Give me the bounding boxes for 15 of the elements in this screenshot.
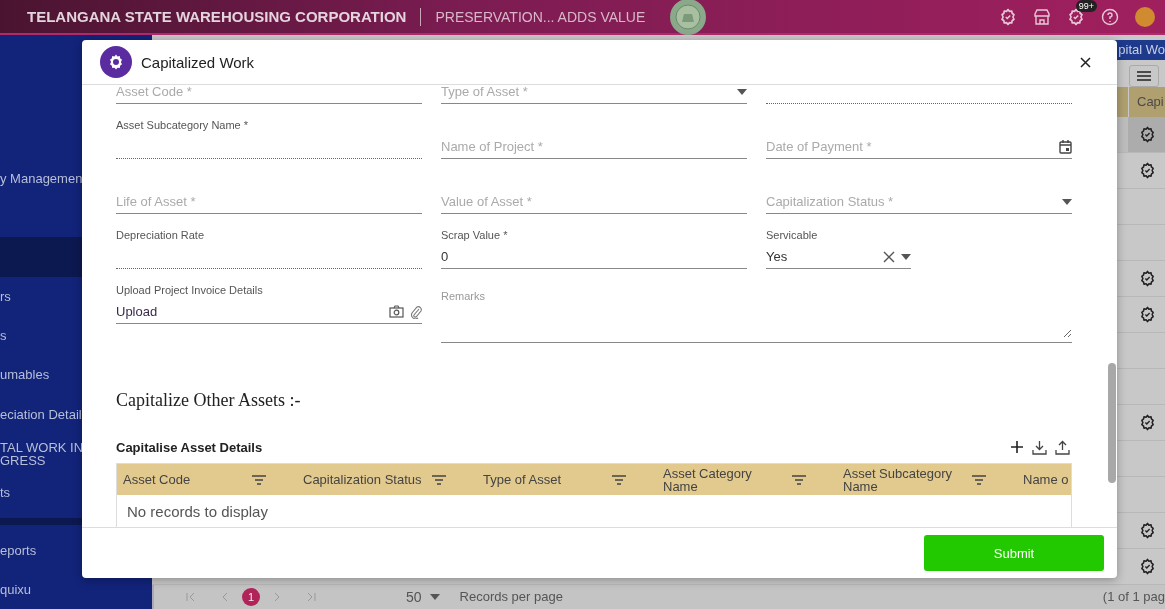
page-size-label: Records per page bbox=[459, 589, 563, 605]
header-title: TELANGANA STATE WAREHOUSING CORPORATION bbox=[27, 8, 407, 25]
dialog-title: Capitalized Work bbox=[141, 53, 255, 71]
field-label: Depreciation Rate bbox=[116, 229, 205, 241]
empty-message: No records to display bbox=[126, 502, 269, 522]
page-summary: (1 of 1 pag bbox=[1102, 589, 1165, 605]
section-title: Capitalize Other Assets :- bbox=[116, 390, 302, 411]
field-label: Upload Project Invoice Details bbox=[116, 284, 263, 296]
table-title: Capitalise Asset Details bbox=[116, 439, 263, 455]
column-header: Capi bbox=[1128, 86, 1165, 117]
field-label: Asset Subcategory Name * bbox=[116, 119, 249, 131]
notification-badge: 99+ bbox=[1075, 0, 1097, 12]
field-label: Servicable bbox=[766, 229, 818, 241]
header-tagline: PRESERVATION... ADDS VALUE bbox=[435, 8, 646, 25]
field-label: Scrap Value * bbox=[441, 229, 508, 241]
